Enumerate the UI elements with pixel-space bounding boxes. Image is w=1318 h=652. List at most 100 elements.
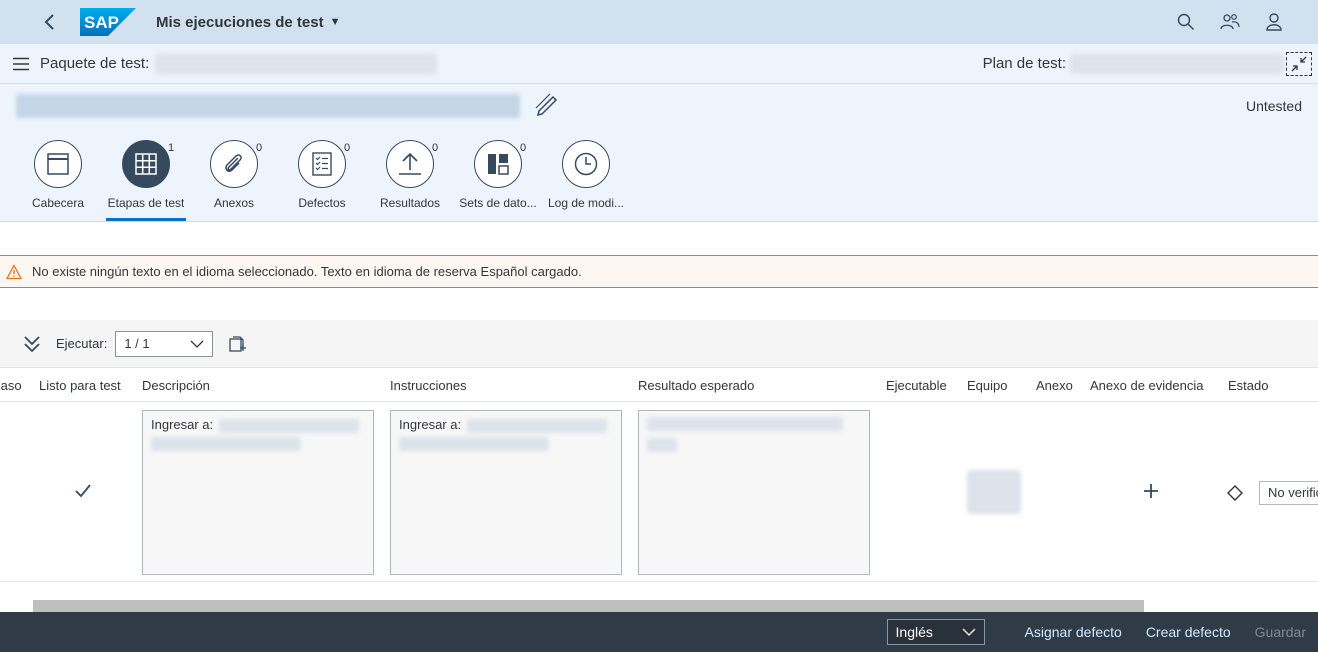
tab-count: 0: [432, 142, 439, 154]
back-icon: [44, 14, 54, 30]
tab-count: 0: [256, 142, 263, 154]
chevron-down-icon: [962, 628, 975, 636]
col-anexo-de-evidencia: Anexo de evidencia: [1090, 378, 1204, 393]
add-evidence-icon[interactable]: [1143, 483, 1159, 499]
tab-anexos[interactable]: 0 Anexos: [190, 140, 278, 210]
tab-label: Log de modi...: [547, 196, 625, 210]
language-select[interactable]: Inglés: [886, 619, 985, 645]
plan-value-redacted: [1070, 53, 1284, 74]
tab-label: Anexos: [213, 196, 255, 210]
description-redacted-2: [151, 436, 301, 451]
tab-resultados[interactable]: 0 Resultados: [366, 140, 454, 210]
col-instrucciones: Instrucciones: [390, 378, 467, 393]
menu-button[interactable]: [10, 53, 32, 75]
col-equipo: Equipo: [967, 378, 1008, 393]
description-redacted: [218, 418, 359, 433]
tab-log-de-modificaciones[interactable]: Log de modi...: [542, 140, 630, 210]
tab-sets-de-datos[interactable]: 0 Sets de dato...: [454, 140, 542, 210]
equipo-redacted: [967, 470, 1021, 514]
instructions-redacted: [466, 418, 607, 433]
create-defect-button[interactable]: Crear defecto: [1146, 624, 1231, 640]
estado-value: No verificado: [1268, 485, 1318, 500]
package-value-redacted: [155, 53, 438, 74]
tab-count: 1: [168, 142, 175, 154]
upload-icon: [399, 152, 421, 175]
status-text: Untested: [1245, 98, 1302, 114]
tab-label: Defectos: [298, 196, 346, 210]
tab-label: Resultados: [379, 196, 441, 210]
hamburger-icon: [13, 57, 29, 70]
paperclip-icon: [225, 154, 242, 173]
tab-label: Etapas de test: [107, 196, 185, 210]
warning-message-text: No existe ningún texto en el idioma sele…: [32, 264, 582, 279]
layout-icon: [488, 154, 509, 175]
description-prefix: Ingresar a:: [151, 417, 214, 432]
people-button[interactable]: [1214, 6, 1246, 38]
diamond-icon: [1227, 485, 1243, 501]
execute-select[interactable]: 1 / 1: [115, 330, 214, 357]
app-title: Mis ejecuciones de test: [156, 13, 324, 31]
chevron-down-icon: [190, 340, 204, 348]
edit-title-button[interactable]: [534, 92, 560, 119]
expected-result-redacted-2: [647, 438, 677, 452]
col-descripcion: Descripción: [142, 378, 210, 393]
sub-header: Paquete de test: Plan de test:: [0, 44, 1318, 84]
tab-label: Sets de dato...: [459, 196, 537, 210]
warning-message-strip: No existe ningún texto en el idioma sele…: [0, 255, 1318, 288]
search-button[interactable]: [1170, 6, 1202, 38]
tab-bar: Cabecera 1 Etapas de test 0 Anexos 0 Def…: [14, 140, 630, 221]
copy-add-icon[interactable]: [227, 334, 247, 354]
instructions-textarea[interactable]: Ingresar a:: [390, 410, 622, 575]
warning-icon: [6, 263, 22, 279]
caret-down-icon: ▼: [329, 16, 341, 28]
active-tab-indicator: [106, 218, 186, 221]
people-icon: [1220, 14, 1240, 30]
estado-select[interactable]: No verificado: [1259, 481, 1318, 505]
header-icon: [47, 153, 69, 175]
sap-logo: SAP: [80, 8, 136, 36]
shell-bar: SAP Mis ejecuciones de test ▼: [0, 0, 1318, 44]
collapse-header-button[interactable]: [1286, 52, 1312, 76]
app-title-menu[interactable]: Mis ejecuciones de test ▼: [156, 14, 340, 31]
tab-etapas-de-test[interactable]: 1 Etapas de test: [102, 140, 190, 221]
expand-all-icon[interactable]: [22, 334, 42, 354]
user-button[interactable]: [1258, 6, 1290, 38]
tab-count: 0: [344, 142, 351, 154]
search-icon: [1177, 13, 1195, 31]
col-listo-para-test: Listo para test: [39, 378, 121, 393]
checklist-icon: [312, 152, 332, 176]
expected-result-textarea[interactable]: [638, 410, 870, 575]
assign-defect-button[interactable]: Asignar defecto: [1025, 624, 1122, 640]
grid-icon: [135, 153, 157, 175]
col-resultado-esperado: Resultado esperado: [638, 378, 755, 393]
tab-cabecera[interactable]: Cabecera: [14, 140, 102, 210]
back-button[interactable]: [28, 0, 72, 44]
expected-result-redacted: [647, 417, 843, 431]
save-button[interactable]: Guardar: [1255, 624, 1306, 640]
description-textarea[interactable]: Ingresar a:: [142, 410, 374, 575]
check-icon: [75, 484, 91, 498]
tab-label: Cabecera: [31, 196, 85, 210]
package-label: Paquete de test:: [40, 55, 150, 72]
horizontal-scrollbar[interactable]: [33, 600, 1144, 612]
table-row: Ingresar a: Ingresar a: No verificado: [0, 402, 1318, 582]
execute-label: Ejecutar:: [56, 336, 108, 351]
col-anexo: Anexo: [1036, 378, 1073, 393]
instructions-redacted-2: [399, 436, 549, 451]
table-toolbar: Ejecutar: 1 / 1: [0, 320, 1318, 368]
col-paso: Paso: [0, 378, 22, 393]
execute-select-value: 1 / 1: [124, 336, 150, 351]
language-value: Inglés: [895, 624, 933, 640]
instructions-prefix: Ingresar a:: [399, 417, 462, 432]
collapse-icon: [1291, 56, 1307, 72]
table-header: Paso Listo para test Descripción Instruc…: [0, 368, 1318, 402]
footer-toolbar: Inglés Asignar defecto Crear defecto Gua…: [0, 612, 1318, 652]
tab-defectos[interactable]: 0 Defectos: [278, 140, 366, 210]
user-icon: [1266, 13, 1282, 31]
plan-label: Plan de test:: [982, 55, 1066, 72]
object-header: Untested Cabecera 1 Etapas de test 0 Ane…: [0, 84, 1318, 222]
object-title-redacted: [16, 94, 520, 118]
sap-logo-text: SAP: [84, 13, 119, 32]
clock-icon: [574, 152, 598, 176]
pencil-icon: [535, 93, 558, 117]
